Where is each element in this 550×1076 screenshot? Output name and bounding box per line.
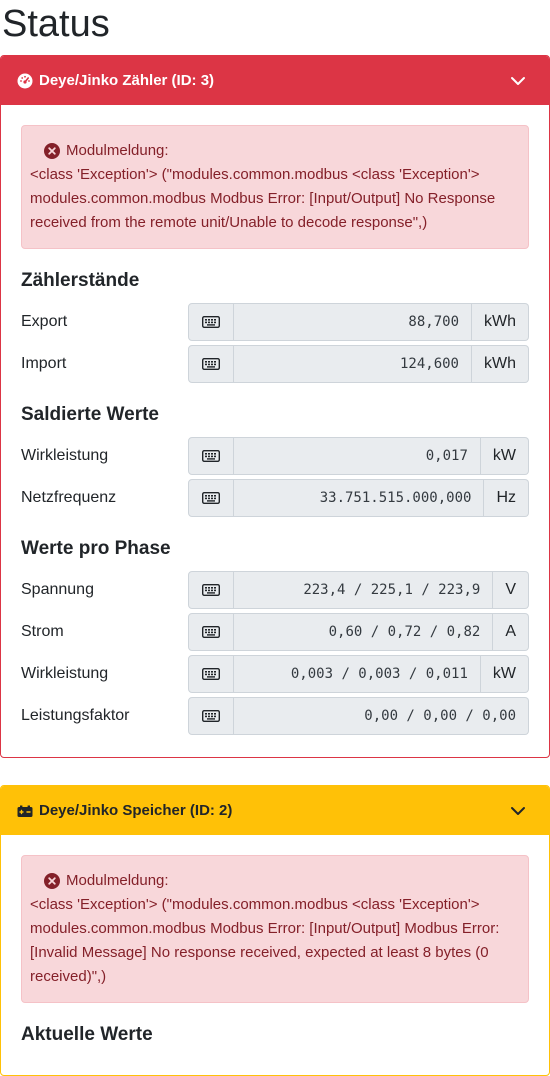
chevron-down-icon[interactable] (509, 72, 527, 90)
storage-card-title: Deye/Jinko Speicher (ID: 2) (39, 802, 233, 819)
value-field[interactable]: 0,017 (234, 437, 481, 475)
section-title: Saldierte Werte (21, 404, 159, 425)
value-field[interactable]: 0,60 / 0,72 / 0,82 (234, 613, 494, 651)
section-title: Zählerstände (21, 270, 140, 291)
unit-label: A (493, 613, 529, 651)
field-label: Leistungsfaktor (21, 707, 130, 724)
field-label: Strom (21, 623, 64, 640)
counter-card: Deye/Jinko Zähler (ID: 3) Modulmeldung: … (0, 55, 550, 758)
keyboard-icon (188, 345, 234, 383)
field-label: Spannung (21, 581, 94, 598)
keyboard-icon (188, 571, 234, 609)
value-field[interactable]: 124,600 (234, 345, 472, 383)
page-title: Status (2, 3, 110, 45)
unit-label: kWh (472, 303, 529, 341)
battery-icon (17, 803, 33, 819)
alert-title: Modulmeldung: (66, 142, 169, 159)
value-row: Netzfrequenz 33.751.515.000,000 Hz (21, 479, 529, 517)
alert-message: <class 'Exception'> ("modules.common.mod… (30, 166, 496, 231)
storage-card: Deye/Jinko Speicher (ID: 2) Modulmeldung… (0, 785, 550, 1076)
unit-label: kW (480, 437, 529, 475)
gauge-icon (17, 73, 33, 89)
x-circle-icon (44, 873, 60, 889)
value-row: Leistungsfaktor 0,00 / 0,00 / 0,00 (21, 697, 529, 735)
value-field[interactable]: 0,00 / 0,00 / 0,00 (234, 697, 529, 735)
chevron-down-icon[interactable] (509, 802, 527, 820)
keyboard-icon (188, 697, 234, 735)
counter-card-header[interactable]: Deye/Jinko Zähler (ID: 3) (1, 56, 549, 105)
x-circle-icon (44, 143, 60, 159)
storage-card-header[interactable]: Deye/Jinko Speicher (ID: 2) (1, 786, 549, 835)
field-label: Wirkleistung (21, 665, 109, 682)
keyboard-icon (188, 303, 234, 341)
value-row: Wirkleistung 0,017 kW (21, 437, 529, 475)
value-row: Strom 0,60 / 0,72 / 0,82 A (21, 613, 529, 651)
keyboard-icon (188, 479, 234, 517)
unit-label: kWh (472, 345, 529, 383)
counter-card-title: Deye/Jinko Zähler (ID: 3) (39, 72, 215, 89)
value-field[interactable]: 223,4 / 225,1 / 223,9 (234, 571, 494, 609)
keyboard-icon (188, 613, 234, 651)
field-label: Wirkleistung (21, 447, 109, 464)
unit-label: kW (480, 655, 529, 693)
value-field[interactable]: 33.751.515.000,000 (234, 479, 485, 517)
field-label: Netzfrequenz (21, 489, 117, 506)
unit-label: V (493, 571, 529, 609)
value-row: Import 124,600 kWh (21, 345, 529, 383)
value-row: Spannung 223,4 / 225,1 / 223,9 V (21, 571, 529, 609)
section-title: Aktuelle Werte (21, 1024, 153, 1045)
unit-label: Hz (484, 479, 529, 517)
value-row: Wirkleistung 0,003 / 0,003 / 0,011 kW (21, 655, 529, 693)
value-row: Export 88,700 kWh (21, 303, 529, 341)
section-title: Werte pro Phase (21, 538, 171, 559)
keyboard-icon (188, 437, 234, 475)
alert-message: <class 'Exception'> ("modules.common.mod… (30, 896, 500, 985)
keyboard-icon (188, 655, 234, 693)
alert-title: Modulmeldung: (66, 872, 169, 889)
field-label: Import (21, 355, 67, 372)
module-error-alert: Modulmeldung: <class 'Exception'> ("modu… (21, 855, 529, 1003)
field-label: Export (21, 313, 68, 330)
module-error-alert: Modulmeldung: <class 'Exception'> ("modu… (21, 125, 529, 249)
value-field[interactable]: 88,700 (234, 303, 472, 341)
value-field[interactable]: 0,003 / 0,003 / 0,011 (234, 655, 481, 693)
